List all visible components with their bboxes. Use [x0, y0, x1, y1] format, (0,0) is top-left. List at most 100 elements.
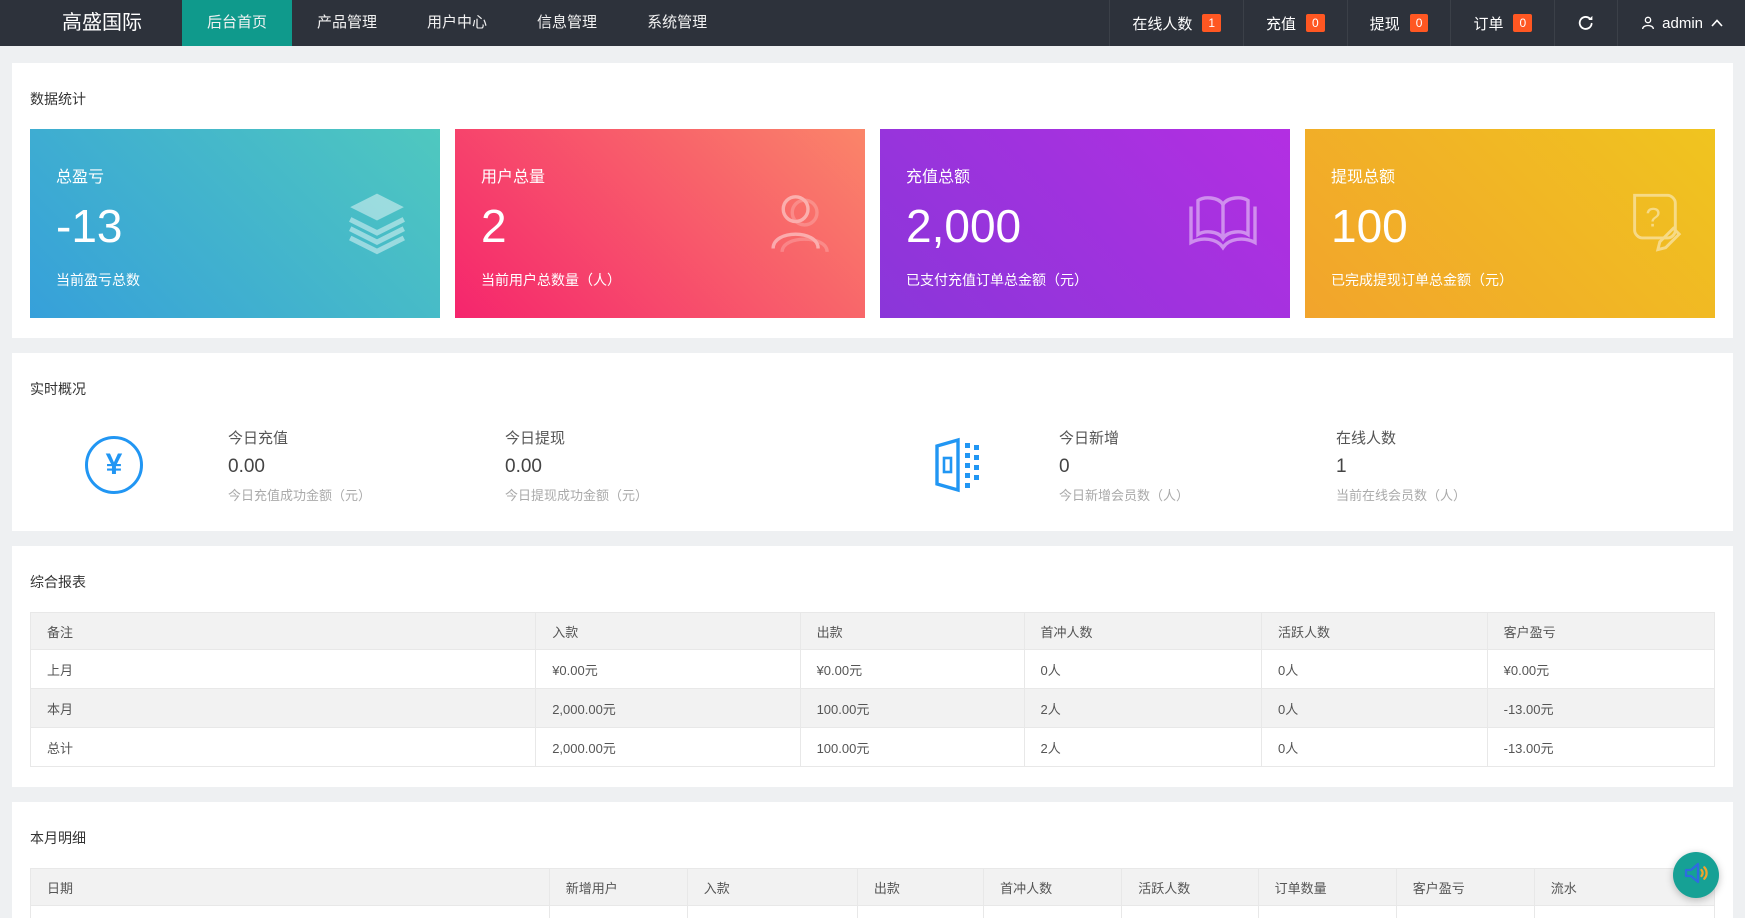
table-row: 总计 2,000.00元 100.00元 2人 0人 -13.00元: [31, 728, 1715, 767]
column-header: 新增用户: [549, 869, 687, 906]
user-icon: [1640, 15, 1656, 31]
svg-text:?: ?: [1645, 201, 1660, 232]
realtime-value: 0.00: [228, 456, 505, 478]
cell: 2026-01-01: [31, 906, 550, 918]
realtime-row: ¥ 今日充值 0.00 今日充值成功金额（元） 今日提现 0.00 今日提现成功…: [30, 419, 1715, 511]
card-desc: 当前盈亏总数: [56, 270, 140, 290]
cell: 2,000.00元: [536, 689, 800, 728]
month-detail-table: 日期 新增用户 入款 出款 首冲人数 活跃人数 订单数量 客户盈亏 流水 202…: [30, 868, 1715, 918]
table-header-row: 备注 入款 出款 首冲人数 活跃人数 客户盈亏: [31, 613, 1715, 650]
main-content: 数据统计 总盈亏 -13 当前盈亏总数 用户总量 2 当前用户总: [0, 46, 1745, 918]
column-header: 出款: [857, 869, 983, 906]
card-desc: 已支付充值订单总金额（元）: [906, 270, 1088, 290]
column-header: 首冲人数: [984, 869, 1122, 906]
summary-report-table: 备注 入款 出款 首冲人数 活跃人数 客户盈亏 上月 ¥0.00元 ¥0.00元…: [30, 612, 1715, 767]
stat-label: 充值: [1266, 13, 1296, 34]
user-menu[interactable]: admin: [1617, 0, 1745, 46]
tab-user-center[interactable]: 用户中心: [402, 0, 512, 46]
column-header: 客户盈亏: [1396, 869, 1534, 906]
stat-withdraw[interactable]: 提现 0: [1347, 0, 1451, 46]
column-header: 活跃人数: [1122, 869, 1258, 906]
cell: 0单: [1258, 906, 1396, 918]
status-badge: 0: [1306, 14, 1325, 32]
panel-realtime-overview: 实时概况 ¥ 今日充值 0.00 今日充值成功金额（元） 今日提现 0.00 今…: [12, 353, 1733, 531]
cell: 0人: [1261, 728, 1487, 767]
realtime-desc: 今日充值成功金额（元）: [228, 485, 505, 504]
tab-information[interactable]: 信息管理: [512, 0, 622, 46]
realtime-label: 今日新增: [1059, 427, 1336, 448]
cell: ¥0.00元: [1534, 906, 1714, 918]
table-header-row: 日期 新增用户 入款 出款 首冲人数 活跃人数 订单数量 客户盈亏 流水: [31, 869, 1715, 906]
panel-month-detail: 本月明细 日期 新增用户 入款 出款 首冲人数 活跃人数 订单数量 客户盈亏 流…: [12, 802, 1733, 918]
cell: 2人: [1024, 689, 1261, 728]
table-row: 上月 ¥0.00元 ¥0.00元 0人 0人 ¥0.00元: [31, 650, 1715, 689]
layers-icon: [344, 188, 410, 259]
column-header: 订单数量: [1258, 869, 1396, 906]
cell: 本月: [31, 689, 536, 728]
realtime-label: 在线人数: [1336, 427, 1613, 448]
yen-circle-icon: ¥: [85, 436, 143, 494]
cell: -13.00元: [1487, 689, 1714, 728]
refresh-icon: [1577, 14, 1595, 32]
cell: 0人: [1261, 689, 1487, 728]
stat-label: 订单: [1473, 13, 1503, 34]
realtime-item-online: 在线人数 1 当前在线会员数（人）: [1336, 427, 1613, 504]
refresh-button[interactable]: [1554, 0, 1617, 46]
realtime-item-today-new: 今日新增 0 今日新增会员数（人）: [1059, 427, 1336, 504]
column-header: 首冲人数: [1024, 613, 1261, 650]
realtime-value: 0.00: [505, 456, 782, 478]
tab-system[interactable]: 系统管理: [622, 0, 732, 46]
realtime-label: 今日充值: [228, 427, 505, 448]
cell: -13.00元: [1487, 728, 1714, 767]
tab-dashboard[interactable]: 后台首页: [182, 0, 292, 46]
stat-orders[interactable]: 订单 0: [1450, 0, 1554, 46]
realtime-desc: 今日新增会员数（人）: [1059, 485, 1336, 504]
column-header: 出款: [800, 613, 1024, 650]
card-total-users: 用户总量 2 当前用户总数量（人）: [455, 129, 865, 318]
column-header: 入款: [687, 869, 857, 906]
status-badge: 0: [1513, 14, 1532, 32]
speaker-icon: [1683, 861, 1710, 890]
cell: 0人: [1261, 650, 1487, 689]
section-title: 综合报表: [30, 572, 1715, 592]
realtime-desc: 今日提现成功金额（元）: [505, 485, 782, 504]
tab-products[interactable]: 产品管理: [292, 0, 402, 46]
table-row: 本月 2,000.00元 100.00元 2人 0人 -13.00元: [31, 689, 1715, 728]
status-badge: 1: [1202, 14, 1221, 32]
realtime-value: 1: [1336, 456, 1613, 478]
cell: 100.00元: [800, 689, 1024, 728]
panel-summary-report: 综合报表 备注 入款 出款 首冲人数 活跃人数 客户盈亏 上月 ¥0.: [12, 546, 1733, 787]
cell: ¥0.00元: [536, 650, 800, 689]
column-header: 日期: [31, 869, 550, 906]
navbar-right: 在线人数 1 充值 0 提现 0 订单 0: [1109, 0, 1745, 46]
table-row: 2026-01-01 0人 ¥0.00元 0.00元 0人 0人 0单 ¥0.0…: [31, 906, 1715, 918]
top-navbar: 高盛国际 后台首页 产品管理 用户中心 信息管理 系统管理 在线人数 1 充值 …: [0, 0, 1745, 46]
cell: 2,000.00元: [536, 728, 800, 767]
cell: ¥0.00元: [1487, 650, 1714, 689]
card-desc: 当前用户总数量（人）: [481, 270, 621, 290]
sound-toggle-button[interactable]: [1673, 852, 1719, 898]
column-header: 备注: [31, 613, 536, 650]
card-desc: 已完成提现订单总金额（元）: [1331, 270, 1513, 290]
cell: 上月: [31, 650, 536, 689]
section-title: 数据统计: [30, 89, 1715, 109]
column-header: 活跃人数: [1261, 613, 1487, 650]
cell: ¥0.00元: [687, 906, 857, 918]
book-icon: [1186, 190, 1260, 257]
card-total-withdraw: 提现总额 100 已完成提现订单总金额（元） ?: [1305, 129, 1715, 318]
stat-label: 在线人数: [1132, 13, 1192, 34]
main-menu: 后台首页 产品管理 用户中心 信息管理 系统管理: [182, 0, 732, 46]
realtime-label: 今日提现: [505, 427, 782, 448]
realtime-item-today-recharge: 今日充值 0.00 今日充值成功金额（元）: [228, 427, 505, 504]
realtime-desc: 当前在线会员数（人）: [1336, 485, 1613, 504]
stat-label: 提现: [1370, 13, 1400, 34]
section-title: 实时概况: [30, 379, 1715, 399]
cell: ¥0.00元: [1396, 906, 1534, 918]
chevron-up-icon: [1711, 19, 1723, 27]
cell: ¥0.00元: [800, 650, 1024, 689]
cell: 0人: [1122, 906, 1258, 918]
stat-recharge[interactable]: 充值 0: [1243, 0, 1347, 46]
card-label: 提现总额: [1331, 163, 1715, 187]
status-badge: 0: [1410, 14, 1429, 32]
stat-online-users[interactable]: 在线人数 1: [1109, 0, 1243, 46]
